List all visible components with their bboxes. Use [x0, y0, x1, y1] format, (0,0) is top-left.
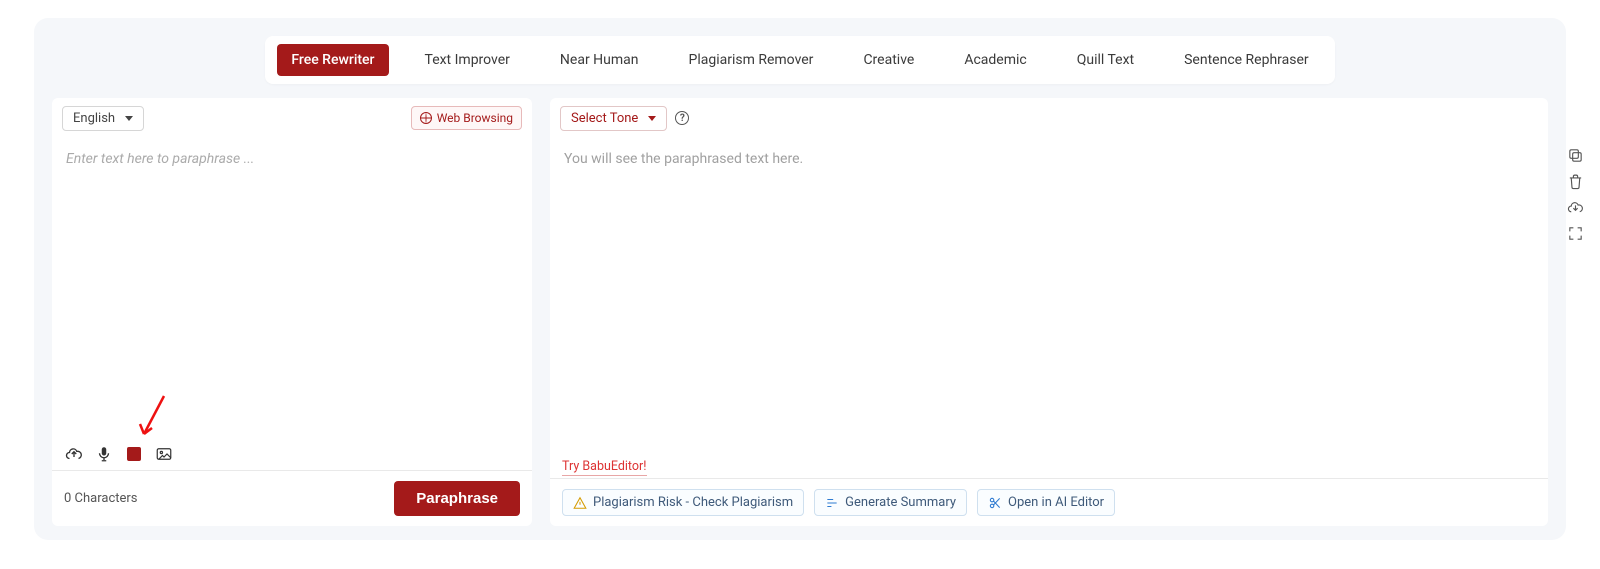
tone-label: Select Tone: [571, 111, 638, 126]
web-browsing-label: Web Browsing: [437, 111, 513, 125]
stop-icon[interactable]: [124, 444, 144, 464]
chevron-down-icon: [125, 116, 133, 121]
chevron-down-icon: [648, 116, 656, 121]
mode-tabs: Free Rewriter Text Improver Near Human P…: [265, 36, 1334, 84]
chip-label: Plagiarism Risk - Check Plagiarism: [593, 495, 793, 510]
output-textarea: You will see the paraphrased text here.: [550, 138, 1548, 459]
language-dropdown[interactable]: English: [62, 106, 144, 131]
generate-summary-chip[interactable]: Generate Summary: [814, 489, 967, 516]
tab-academic[interactable]: Academic: [950, 44, 1040, 76]
image-icon[interactable]: [154, 444, 174, 464]
panels-row: English Web Browsing Enter text here to …: [52, 98, 1548, 526]
check-plagiarism-chip[interactable]: Plagiarism Risk - Check Plagiarism: [562, 489, 804, 516]
expand-icon[interactable]: [1566, 224, 1584, 242]
upload-icon[interactable]: [64, 444, 84, 464]
output-panel: Select Tone ? You will see: [550, 98, 1548, 526]
tab-quill-text[interactable]: Quill Text: [1063, 44, 1148, 76]
microphone-icon[interactable]: [94, 444, 114, 464]
tab-sentence-rephraser[interactable]: Sentence Rephraser: [1170, 44, 1323, 76]
tab-plagiarism-remover[interactable]: Plagiarism Remover: [675, 44, 828, 76]
output-side-tools: [1566, 146, 1584, 242]
output-panel-header: Select Tone ?: [550, 98, 1548, 138]
tabs-wrapper: Free Rewriter Text Improver Near Human P…: [52, 36, 1548, 84]
character-count: 0 Characters: [64, 491, 138, 506]
input-toolbar: [52, 438, 532, 470]
paraphrase-button[interactable]: Paraphrase: [394, 481, 520, 516]
help-icon[interactable]: ?: [675, 111, 689, 125]
tab-near-human[interactable]: Near Human: [546, 44, 653, 76]
globe-icon: [420, 112, 432, 124]
trash-icon[interactable]: [1566, 172, 1584, 190]
language-label: English: [73, 111, 115, 126]
tab-creative[interactable]: Creative: [849, 44, 928, 76]
input-footer: 0 Characters Paraphrase: [52, 470, 532, 526]
download-icon[interactable]: [1566, 198, 1584, 216]
open-editor-chip[interactable]: Open in AI Editor: [977, 489, 1115, 516]
tone-dropdown[interactable]: Select Tone: [560, 106, 667, 131]
chip-label: Generate Summary: [845, 495, 956, 510]
tab-text-improver[interactable]: Text Improver: [411, 44, 524, 76]
copy-icon[interactable]: [1566, 146, 1584, 164]
tab-free-rewriter[interactable]: Free Rewriter: [277, 44, 388, 76]
web-browsing-button[interactable]: Web Browsing: [411, 106, 522, 130]
app-container: Free Rewriter Text Improver Near Human P…: [34, 18, 1566, 540]
try-editor-label: Try BabuEditor!: [562, 459, 647, 476]
input-panel: English Web Browsing Enter text here to …: [52, 98, 532, 526]
chip-label: Open in AI Editor: [1008, 495, 1104, 510]
input-panel-header: English Web Browsing: [52, 98, 532, 138]
input-textarea[interactable]: Enter text here to paraphrase ...: [52, 138, 532, 438]
try-editor-link[interactable]: Try BabuEditor!: [550, 459, 1548, 478]
output-footer: Plagiarism Risk - Check Plagiarism Gener…: [550, 478, 1548, 526]
